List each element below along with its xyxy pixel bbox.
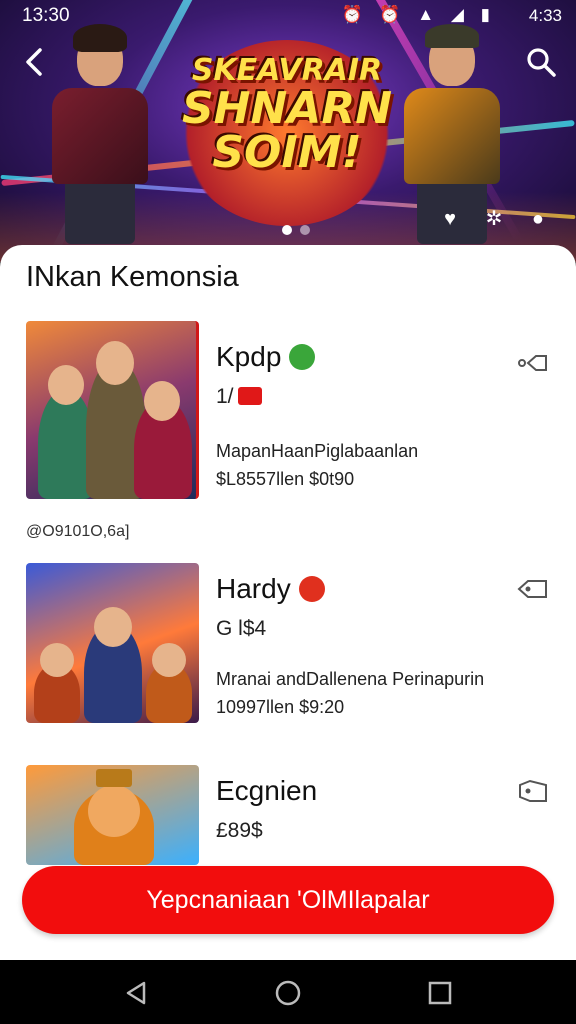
recents-square-icon[interactable] xyxy=(425,978,455,1008)
item-price-text: 1/ xyxy=(216,385,234,408)
item-price: G l$4 xyxy=(216,617,267,640)
carousel-dot[interactable] xyxy=(300,225,310,235)
status-right-label: 4:33 xyxy=(528,6,562,25)
status-bar: 13:30 ⏰ ⏰ ▲ ◢ ▮ 4:33 xyxy=(0,0,576,32)
system-nav-bar xyxy=(0,960,576,1024)
banner-line-2: SHNARN xyxy=(181,82,393,134)
hero-action-icons[interactable]: ♥ ✲ ● xyxy=(444,206,556,231)
item-meta: 10997llen $9:20 xyxy=(216,697,345,717)
star-badge-icon xyxy=(289,344,316,370)
tag-icon[interactable] xyxy=(516,779,550,805)
status-icons: ⏰ ⏰ ▲ ◢ ▮ xyxy=(341,5,496,24)
item-name: Ecgnien xyxy=(216,775,318,806)
item-price: 1/ xyxy=(216,385,262,409)
item-name: Kpdp xyxy=(216,341,316,373)
list-item[interactable]: Hardy G l$4 Mranai andDallenena Perinapu… xyxy=(26,563,550,723)
carousel-dot-active[interactable] xyxy=(282,225,292,235)
tag-icon[interactable] xyxy=(516,577,550,603)
game-thumbnail[interactable] xyxy=(26,563,199,723)
item-description: MapanHaanPiglabaanlan xyxy=(216,441,419,461)
search-icon[interactable] xyxy=(524,44,558,80)
list-item[interactable]: Kpdp 1/ MapanHaanPiglabaanlan $L8557llen… xyxy=(26,321,550,501)
item-name: Hardy xyxy=(216,573,325,605)
status-time: 13:30 xyxy=(22,5,70,26)
item-meta: $L8557llen $0t90 xyxy=(216,469,355,489)
tag-icon[interactable] xyxy=(516,351,550,377)
carousel-dots[interactable] xyxy=(282,222,318,240)
game-thumbnail[interactable] xyxy=(26,765,199,865)
home-circle-icon[interactable] xyxy=(273,978,303,1008)
item-count-stamp: @O9101O,6a] xyxy=(26,523,130,540)
banner-line-1: SKEAVRAIR xyxy=(191,53,383,88)
item-description: Mranai andDallenena Perinapurin xyxy=(216,669,485,689)
banner-line-3: SOIM! xyxy=(212,127,362,179)
hero-character-left xyxy=(52,24,148,244)
game-thumbnail[interactable] xyxy=(26,321,199,499)
primary-cta-button[interactable]: Yepcnaniaan 'OlMIlapalar xyxy=(22,866,554,934)
hero-banner[interactable]: SKEAVRAIR SHNARN SOIM! 13:30 ⏰ ⏰ ▲ ◢ ▮ 4… xyxy=(0,0,576,262)
fire-badge-icon xyxy=(298,576,325,602)
back-triangle-icon[interactable] xyxy=(122,978,152,1008)
item-price: £89$ xyxy=(216,819,263,842)
item-name-text: Hardy xyxy=(216,573,291,604)
list-item[interactable]: Ecgnien £89$ xyxy=(26,765,550,865)
item-name-text: Kpdp xyxy=(216,341,282,372)
section-title: INkan Kemonsia xyxy=(26,261,239,293)
content-sheet: INkan Kemonsia Kpdp 1/ MapanHaanPiglabaa… xyxy=(0,245,576,960)
banner-title: SKEAVRAIR SHNARN SOIM! xyxy=(180,53,394,179)
chevron-left-icon[interactable] xyxy=(20,44,52,80)
gift-icon xyxy=(237,387,262,405)
